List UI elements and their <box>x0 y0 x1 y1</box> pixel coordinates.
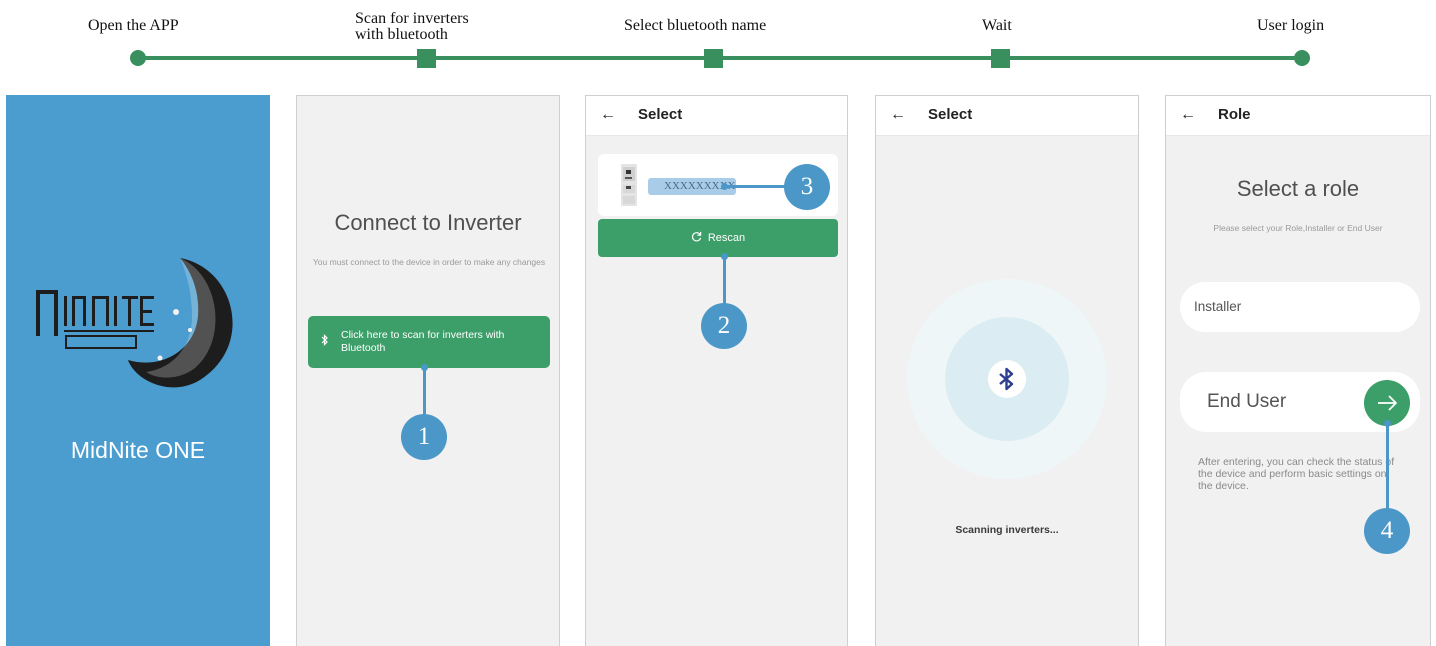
callout-1: 1 <box>401 414 447 460</box>
timeline-end-dot <box>1294 50 1310 66</box>
scanning-screen: ← Select Scanning inverters... <box>875 95 1139 646</box>
role-screen: ← Role Select a role Please select your … <box>1165 95 1431 646</box>
step-label-scan-line1: Scan for inverters <box>355 10 469 27</box>
step-label-open-app: Open the APP <box>88 17 179 34</box>
timeline-step-marker-scan <box>417 49 436 68</box>
midnite-solar-logo <box>36 258 233 388</box>
inverter-icon <box>621 164 637 206</box>
connect-title: Connect to Inverter <box>334 210 522 235</box>
callout-line-2 <box>723 257 726 307</box>
timeline-start-dot <box>130 50 146 66</box>
callout-line-1 <box>423 368 426 418</box>
role-note: After entering, you can check the status… <box>1198 456 1395 492</box>
callout-line-4 <box>1386 424 1389 512</box>
bluetooth-icon <box>999 367 1014 391</box>
app-bar: ← Role <box>1166 96 1430 136</box>
role-subheading: Please select your Role,Installer or End… <box>1213 223 1383 233</box>
bluetooth-icon <box>321 334 329 349</box>
select-screen: ← Select XXXXXXXXX Rescan 3 2 <box>585 95 848 646</box>
scan-button-label: Click here to scan for inverters with Bl… <box>341 329 505 354</box>
back-arrow-icon[interactable]: ← <box>1180 107 1196 123</box>
app-bar-title: Select <box>638 106 683 123</box>
role-option-installer[interactable]: Installer <box>1180 282 1420 332</box>
step-label-user-login: User login <box>1257 17 1325 34</box>
rescan-content: Rescan <box>598 231 838 244</box>
scan-bluetooth-button[interactable]: Click here to scan for inverters with Bl… <box>308 316 550 368</box>
timeline-step-marker-select <box>704 49 723 68</box>
callout-line-3 <box>724 185 788 188</box>
back-arrow-icon[interactable]: ← <box>600 107 616 123</box>
app-bar: ← Select <box>586 96 847 136</box>
connect-subtitle: You must connect to the device in order … <box>312 257 546 267</box>
step-label-wait: Wait <box>982 17 1012 34</box>
app-bar: ← Select <box>876 96 1138 136</box>
rescan-label: Rescan <box>707 232 746 244</box>
step-label-select-name: Select bluetooth name <box>624 17 767 34</box>
app-bar-title: Select <box>928 106 973 123</box>
callout-3: 3 <box>784 164 830 210</box>
refresh-icon <box>691 231 702 242</box>
scanning-status: Scanning inverters... <box>955 524 1059 536</box>
app-name: MidNite ONE <box>70 437 206 463</box>
bluetooth-scan-indicator <box>988 360 1026 398</box>
role-heading: Select a role <box>1236 176 1360 201</box>
callout-4: 4 <box>1364 508 1410 554</box>
role-option-label: End User <box>1207 391 1287 412</box>
timeline-step-marker-wait <box>991 49 1010 68</box>
arrow-right-icon <box>1378 395 1397 411</box>
splash-screen: MidNite ONE <box>6 95 270 646</box>
app-bar-title: Role <box>1218 106 1251 123</box>
connect-screen: Connect to Inverter You must connect to … <box>296 95 560 646</box>
callout-2: 2 <box>701 303 747 349</box>
rescan-button[interactable]: Rescan <box>598 219 838 257</box>
step-label-scan-line2: with bluetooth <box>355 26 448 43</box>
role-option-label: Installer <box>1194 299 1242 314</box>
back-arrow-icon[interactable]: ← <box>890 107 906 123</box>
